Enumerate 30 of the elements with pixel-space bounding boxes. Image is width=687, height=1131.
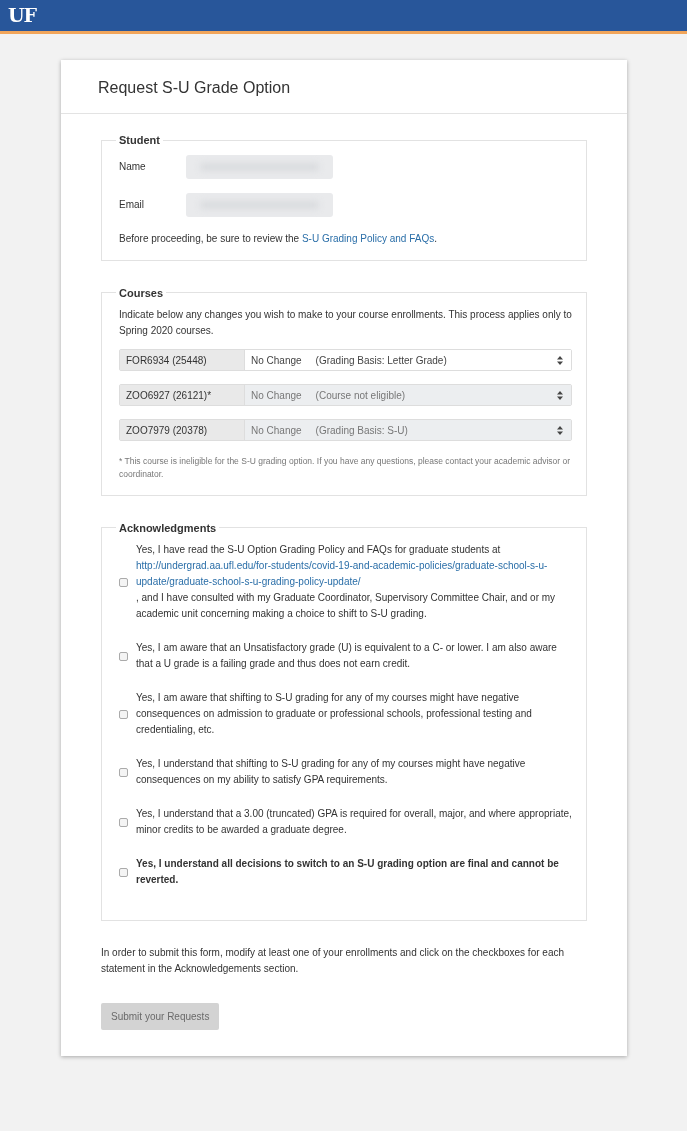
course-code: ZOO6927 (26121)* (120, 385, 245, 406)
courses-intro: Indicate below any changes you wish to make to your course enrollments. This process applies only to Spring 2020 courses. (119, 308, 572, 339)
checkbox[interactable] (119, 709, 128, 719)
section-title: Courses (118, 285, 165, 301)
logo[interactable]: UF (8, 1, 37, 30)
sort-caret-icon (557, 425, 563, 435)
checkbox[interactable] (119, 817, 128, 827)
checkbox[interactable] (119, 651, 128, 661)
review-note: Before proceeding, be sure to review the S-U Grading Policy and FAQs. (119, 231, 438, 246)
sort-caret-icon (557, 390, 563, 400)
checkbox[interactable] (119, 767, 128, 777)
acknowledgment-text: Yes, I am aware that an Unsatisfactory grade (U) is equivalent to a C- or lower. I am also aware that a U grade is a failing grade and thus does not earn credit. (136, 641, 558, 672)
course-code: ZOO7979 (20378) (120, 420, 245, 441)
checkbox[interactable] (119, 577, 128, 587)
page-title: Request S-U Grade Option (98, 78, 292, 98)
policy-link[interactable]: http://undergrad.aa.ufl.edu/for-students/covid-19-and-academic-policies/graduate-school-s-u-update/graduate-school-s-u-grading-policy-update/ (136, 558, 572, 591)
instructions-text: In order to submit this form, modify at least one of your enrollments and click on the checkboxes for each statement in the Acknowledgements section. (101, 946, 565, 977)
acknowledgment-text: Yes, I understand that a 3.00 (truncated) GPA is required for overall, major, and where appropriate, minor credits to be awarded a graduate degree. (136, 807, 572, 838)
section-title: Acknowledgments (118, 520, 218, 536)
footnote: * This course is ineligible for the S-U grading option. If you have any questions, please contact your academic advisor or coordinator. (119, 455, 572, 481)
acknowledgment-text: Yes, I understand all decisions to switch to an S-U grading option are final and cannot be reverted. (136, 857, 560, 888)
section-title: Student (118, 133, 161, 149)
course-code: FOR6934 (25448) (120, 350, 245, 371)
sort-caret-icon (557, 355, 563, 365)
field-label: Name (119, 160, 147, 175)
field-label: Email (119, 198, 145, 213)
checkbox[interactable] (119, 867, 128, 877)
acknowledgment-text: Yes, I understand that shifting to S-U grading for any of my courses might have negative consequences on my ability to satisfy GPA requirements. (136, 757, 527, 788)
acknowledgment-text: Yes, I have read the S-U Option Grading Policy and FAQs for graduate students at http://undergrad.aa.ufl.edu/for-students/covid-19-and-academic-policies/graduate-school-s-u-update/graduate-school-s-u-grading-policy-update/ , and I have consulted with my Graduate Coordinator, Supervisory Committee Chair, and or my academic unit concerning making a choice to shift to S-U grading. (136, 542, 572, 623)
acknowledgment-text: Yes, I am aware that shifting to S-U grading for any of my courses might have negative consequences on admission to graduate or professional schools, professional testing and credentialing, etc. (136, 691, 533, 738)
